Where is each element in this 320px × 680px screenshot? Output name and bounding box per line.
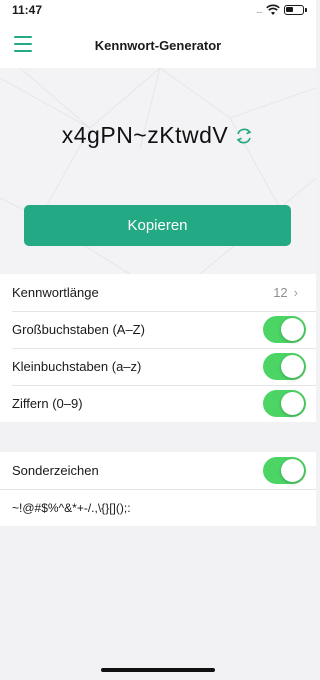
page-title: Kennwort-Generator	[94, 38, 222, 53]
lowercase-row: Kleinbuchstaben (a–z)	[0, 348, 316, 385]
copy-button[interactable]: Kopieren	[24, 205, 291, 246]
refresh-icon[interactable]	[234, 126, 254, 146]
password-length-number: 12	[273, 285, 288, 300]
special-chars-field[interactable]: ~!@#$%^&*+-/.,\{}[]();:	[0, 489, 316, 526]
password-display: x4gPN~zKtwdV	[0, 122, 316, 149]
special-chars-label: Sonderzeichen	[12, 463, 99, 478]
password-length-value: 12 ›	[273, 285, 298, 300]
digits-row: Ziffern (0–9)	[0, 385, 316, 422]
battery-icon	[284, 5, 307, 15]
toggle-knob	[281, 392, 304, 415]
generated-password: x4gPN~zKtwdV	[61, 122, 229, 148]
chevron-right-icon: ›	[293, 285, 298, 300]
uppercase-toggle[interactable]	[263, 316, 306, 343]
status-bar: 11:47 ....	[0, 0, 316, 22]
uppercase-label: Großbuchstaben (A–Z)	[12, 322, 145, 337]
uppercase-row: Großbuchstaben (A–Z)	[0, 311, 316, 348]
digits-toggle[interactable]	[263, 390, 306, 417]
special-chars-row: Sonderzeichen	[0, 452, 316, 489]
toggle-knob	[281, 459, 304, 482]
special-chars-toggle[interactable]	[263, 457, 306, 484]
lowercase-toggle[interactable]	[263, 353, 306, 380]
home-indicator[interactable]	[101, 668, 215, 672]
navigation-bar: Kennwort-Generator	[0, 22, 316, 68]
settings-group-special: Sonderzeichen ~!@#$%^&*+-/.,\{}[]();:	[0, 452, 316, 526]
toggle-knob	[281, 355, 304, 378]
toggle-knob	[281, 318, 304, 341]
status-time: 11:47	[12, 3, 43, 17]
password-length-label: Kennwortlänge	[12, 285, 99, 300]
settings-group-main: Kennwortlänge 12 › Großbuchstaben (A–Z) …	[0, 274, 316, 422]
lowercase-label: Kleinbuchstaben (a–z)	[12, 359, 142, 374]
password-length-row[interactable]: Kennwortlänge 12 ›	[0, 274, 316, 311]
digits-label: Ziffern (0–9)	[12, 396, 83, 411]
wifi-icon	[266, 4, 280, 15]
password-panel: x4gPN~zKtwdV Kopieren	[0, 68, 316, 274]
signal-icon: ....	[255, 5, 263, 15]
status-icons: ....	[255, 4, 307, 16]
